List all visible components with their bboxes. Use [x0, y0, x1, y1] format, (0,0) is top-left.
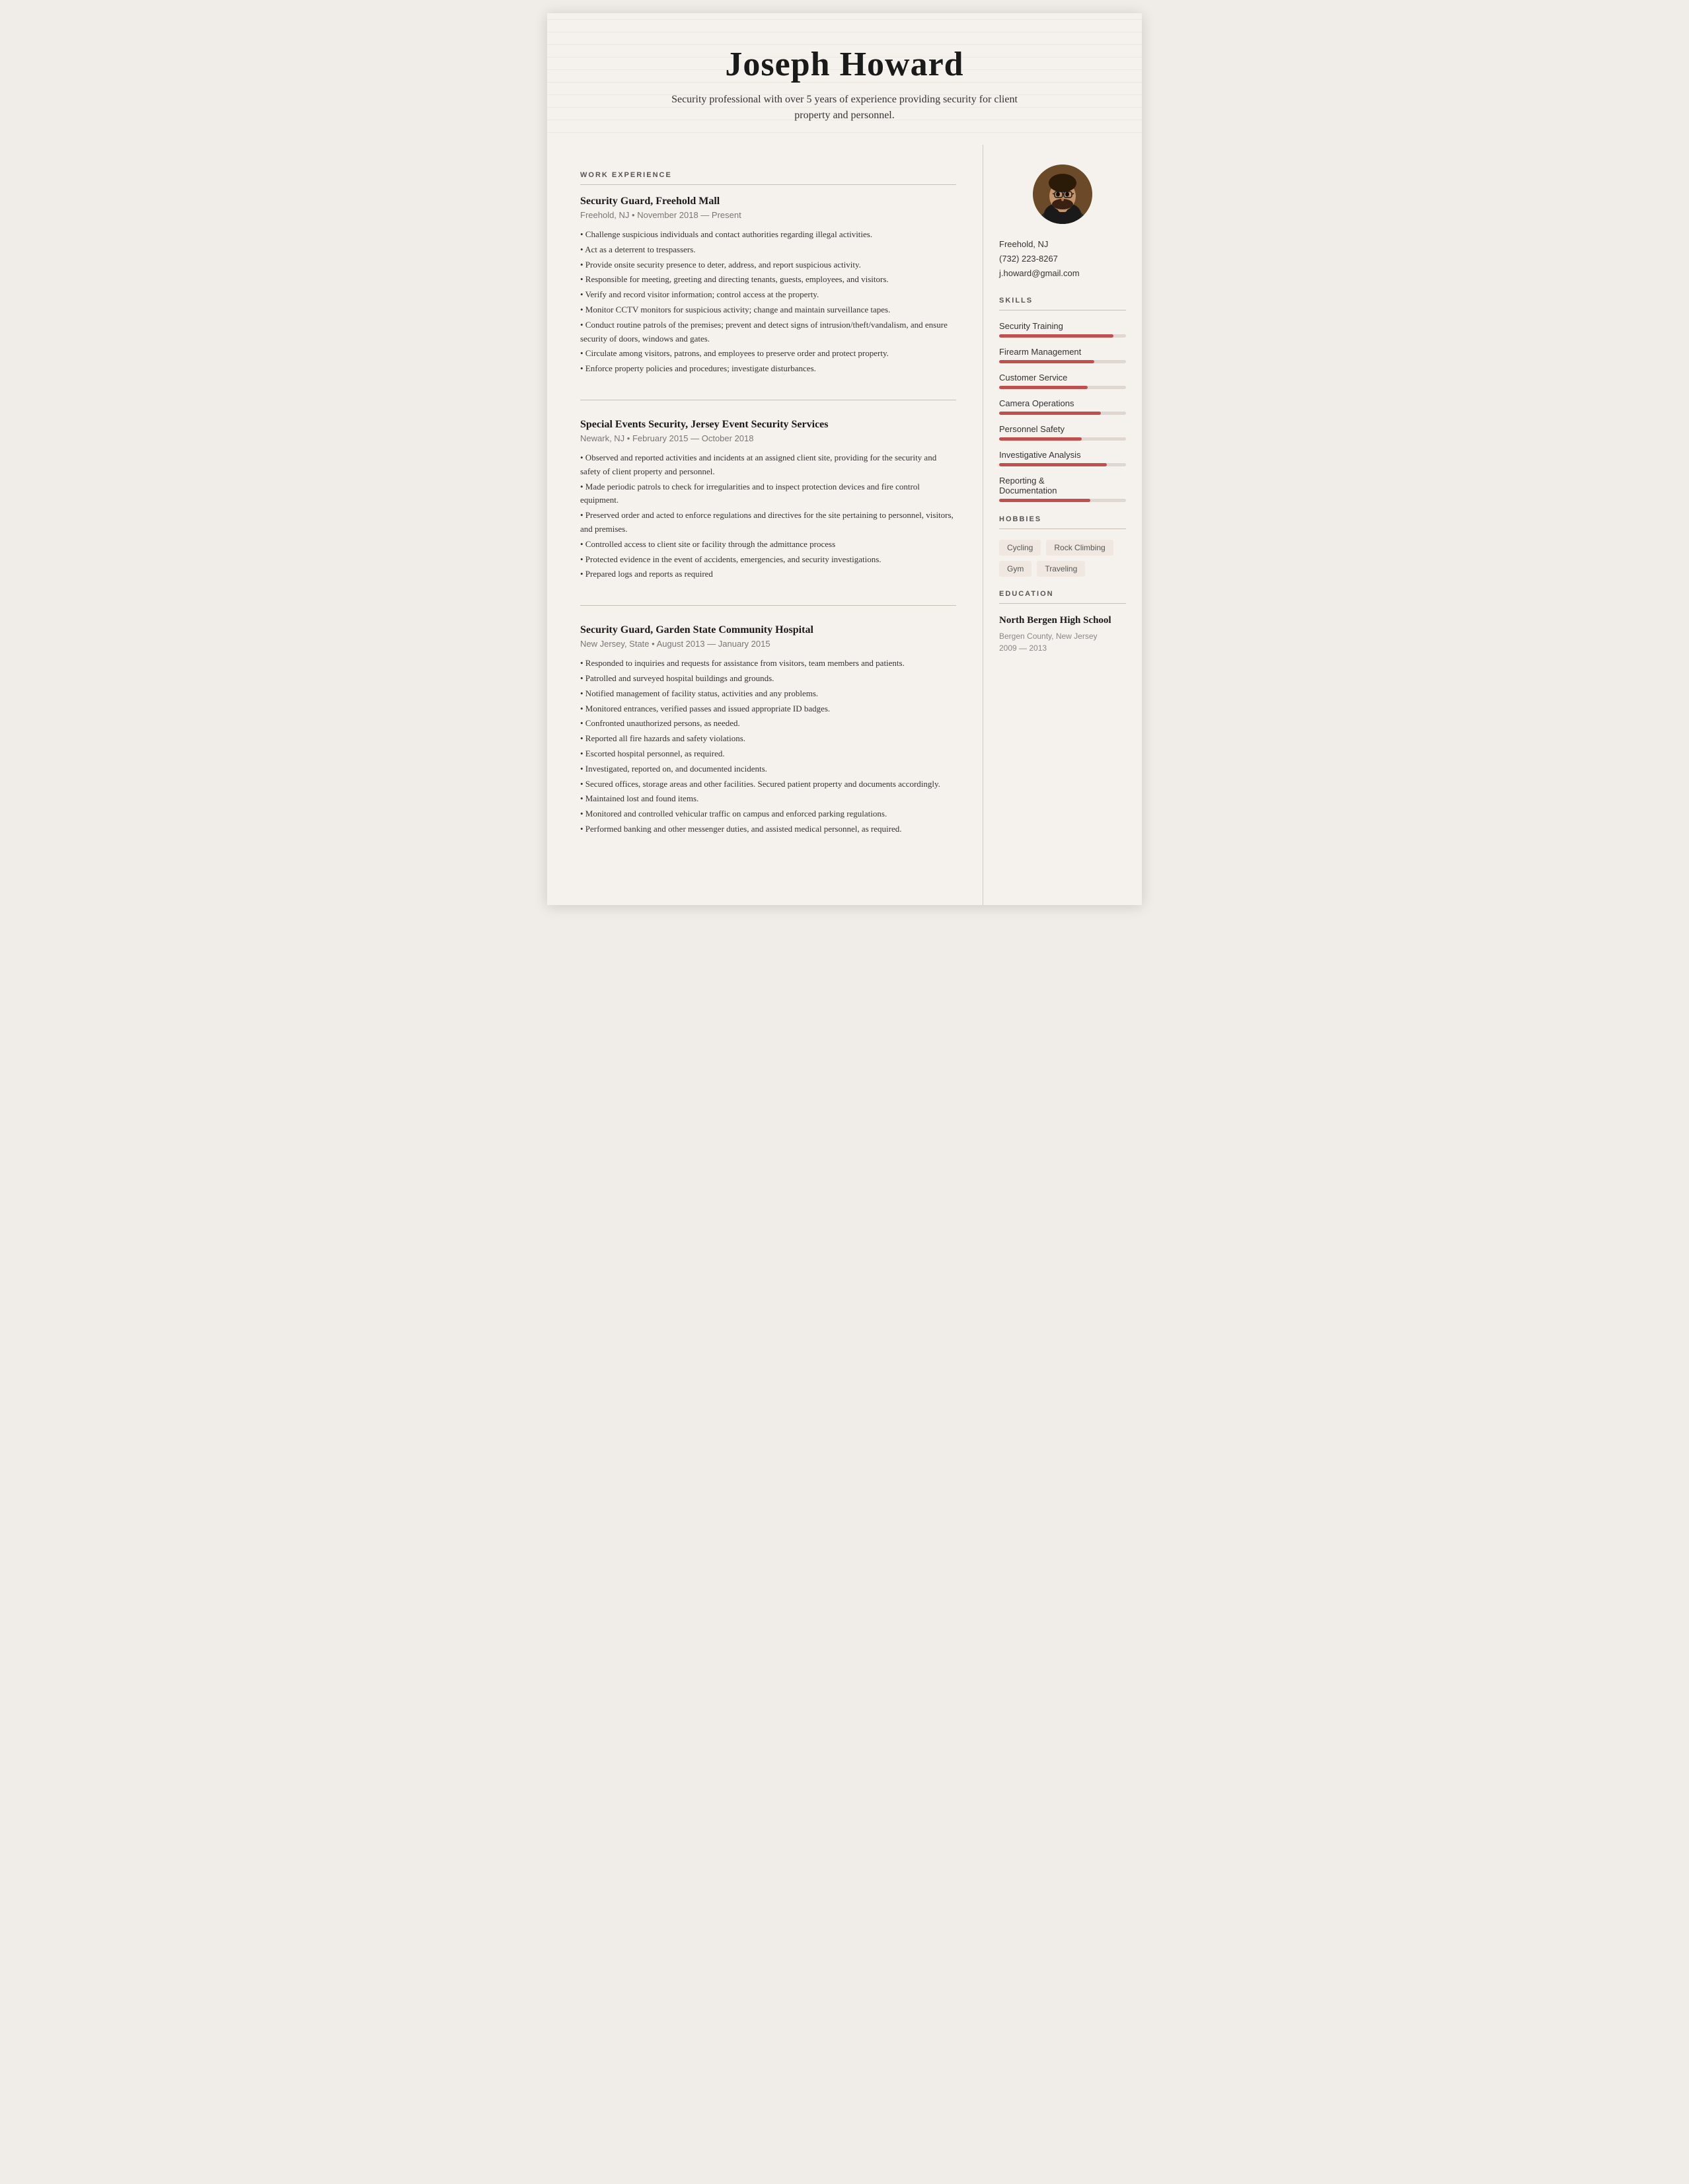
job-1-meta: Freehold, NJ • November 2018 — Present [580, 210, 956, 220]
education-school: North Bergen High School [999, 614, 1126, 628]
job-3-title: Security Guard, Garden State Community H… [580, 624, 956, 636]
education-years: 2009 — 2013 [999, 642, 1126, 654]
skill-name-3: Customer Service [999, 373, 1126, 382]
bullet: • Investigated, reported on, and documen… [580, 762, 956, 776]
avatar-container [999, 164, 1126, 224]
bullet: • Responded to inquiries and requests fo… [580, 657, 956, 671]
bullet: • Notified management of facility status… [580, 687, 956, 701]
bullet: • Act as a deterrent to trespassers. [580, 243, 956, 257]
bullet: • Secured offices, storage areas and oth… [580, 778, 956, 791]
job-3-meta: New Jersey, State • August 2013 — Januar… [580, 639, 956, 649]
header-section: Joseph Howard Security professional with… [547, 13, 1142, 145]
resume-container: Joseph Howard Security professional with… [547, 13, 1142, 905]
bullet: • Circulate among visitors, patrons, and… [580, 347, 956, 361]
education-section: EDUCATION North Bergen High School Berge… [999, 590, 1126, 654]
skill-bar-fill-6 [999, 463, 1107, 466]
bullet: • Monitored and controlled vehicular tra… [580, 807, 956, 821]
job-3: Security Guard, Garden State Community H… [580, 624, 956, 860]
job-1-bullets: • Challenge suspicious individuals and c… [580, 228, 956, 376]
skill-item-2: Firearm Management [999, 347, 1126, 363]
bullet: • Escorted hospital personnel, as requir… [580, 747, 956, 761]
bullet: • Monitored entrances, verified passes a… [580, 702, 956, 716]
education-location: Bergen County, New Jersey [999, 630, 1126, 642]
bullet: • Conduct routine patrols of the premise… [580, 318, 956, 346]
hobby-cycling: Cycling [999, 540, 1041, 556]
skill-item-7: Reporting &Documentation [999, 476, 1126, 502]
education-divider [999, 603, 1126, 604]
skills-label: SKILLS [999, 297, 1126, 305]
skill-bar-fill-1 [999, 334, 1113, 338]
bullet: • Monitor CCTV monitors for suspicious a… [580, 303, 956, 317]
job-3-bullets: • Responded to inquiries and requests fo… [580, 657, 956, 836]
contact-phone: (732) 223-8267 [999, 252, 1126, 266]
job-2-bullets: • Observed and reported activities and i… [580, 451, 956, 581]
skill-bar-bg-6 [999, 463, 1126, 466]
hobby-rock-climbing: Rock Climbing [1046, 540, 1113, 556]
hobbies-divider [999, 528, 1126, 529]
hobby-gym: Gym [999, 561, 1032, 577]
skill-name-7: Reporting &Documentation [999, 476, 1126, 495]
skill-name-4: Camera Operations [999, 398, 1126, 408]
skill-item-4: Camera Operations [999, 398, 1126, 415]
bullet: • Maintained lost and found items. [580, 792, 956, 806]
work-experience-label: WORK EXPERIENCE [580, 171, 956, 179]
bullet: • Challenge suspicious individuals and c… [580, 228, 956, 242]
bullet: • Made periodic patrols to check for irr… [580, 480, 956, 508]
skill-bar-bg-5 [999, 437, 1126, 441]
education-label: EDUCATION [999, 590, 1126, 598]
skill-bar-bg-2 [999, 360, 1126, 363]
skill-name-5: Personnel Safety [999, 424, 1126, 434]
skill-name-1: Security Training [999, 321, 1126, 331]
hobbies-section: HOBBIES Cycling Rock Climbing Gym Travel… [999, 515, 1126, 577]
bullet: • Controlled access to client site or fa… [580, 538, 956, 552]
bullet: • Patrolled and surveyed hospital buildi… [580, 672, 956, 686]
skill-item-1: Security Training [999, 321, 1126, 338]
main-layout: WORK EXPERIENCE Security Guard, Freehold… [547, 145, 1142, 905]
contact-info: Freehold, NJ (732) 223-8267 j.howard@gma… [999, 237, 1126, 281]
bullet: • Preserved order and acted to enforce r… [580, 509, 956, 536]
job-1-title: Security Guard, Freehold Mall [580, 196, 956, 207]
skill-bar-fill-2 [999, 360, 1094, 363]
right-column: Freehold, NJ (732) 223-8267 j.howard@gma… [983, 145, 1142, 905]
work-experience-section: WORK EXPERIENCE Security Guard, Freehold… [580, 171, 956, 860]
job-2-title: Special Events Security, Jersey Event Se… [580, 419, 956, 431]
job-2: Special Events Security, Jersey Event Se… [580, 419, 956, 606]
bullet: • Observed and reported activities and i… [580, 451, 956, 479]
bullet: • Enforce property policies and procedur… [580, 362, 956, 376]
bullet: • Confronted unauthorized persons, as ne… [580, 717, 956, 731]
skill-bar-bg-3 [999, 386, 1126, 389]
candidate-tagline: Security professional with over 5 years … [587, 92, 1102, 124]
hobby-traveling: Traveling [1037, 561, 1085, 577]
skill-item-3: Customer Service [999, 373, 1126, 389]
bullet: • Performed banking and other messenger … [580, 822, 956, 836]
skill-bar-bg-1 [999, 334, 1126, 338]
skill-bar-fill-4 [999, 412, 1101, 415]
bullet: • Verify and record visitor information;… [580, 288, 956, 302]
contact-email: j.howard@gmail.com [999, 266, 1126, 281]
bullet: • Reported all fire hazards and safety v… [580, 732, 956, 746]
hobbies-label: HOBBIES [999, 515, 1126, 523]
work-experience-divider [580, 184, 956, 185]
job-1: Security Guard, Freehold Mall Freehold, … [580, 196, 956, 400]
skill-bar-fill-3 [999, 386, 1088, 389]
skill-bar-fill-5 [999, 437, 1082, 441]
skill-bar-bg-7 [999, 499, 1126, 502]
bullet: • Prepared logs and reports as required [580, 567, 956, 581]
skill-bar-fill-7 [999, 499, 1090, 502]
skills-section: SKILLS Security Training Firearm Managem… [999, 297, 1126, 502]
skill-name-2: Firearm Management [999, 347, 1126, 357]
avatar [1033, 164, 1092, 224]
skill-item-5: Personnel Safety [999, 424, 1126, 441]
hobby-tags: Cycling Rock Climbing Gym Traveling [999, 540, 1126, 577]
candidate-name: Joseph Howard [587, 45, 1102, 84]
bullet: • Responsible for meeting, greeting and … [580, 273, 956, 287]
skill-item-6: Investigative Analysis [999, 450, 1126, 466]
left-column: WORK EXPERIENCE Security Guard, Freehold… [547, 145, 983, 905]
skill-bar-bg-4 [999, 412, 1126, 415]
skill-name-6: Investigative Analysis [999, 450, 1126, 460]
bullet: • Protected evidence in the event of acc… [580, 553, 956, 567]
bullet: • Provide onsite security presence to de… [580, 258, 956, 272]
job-2-meta: Newark, NJ • February 2015 — October 201… [580, 433, 956, 443]
contact-location: Freehold, NJ [999, 237, 1126, 252]
